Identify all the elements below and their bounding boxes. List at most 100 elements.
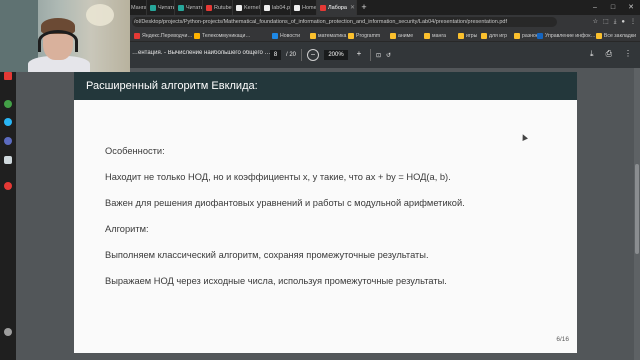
all-bookmarks-label: Все закладки	[603, 32, 636, 39]
pdf-actions: ⤓ ⎙ ⋮	[590, 49, 632, 59]
tab-favicon-icon	[320, 4, 326, 11]
bookmark-icon	[458, 32, 464, 39]
bookmark-item[interactable]: игры	[458, 30, 477, 41]
bookmark-icon	[537, 32, 543, 39]
zoom-in-button[interactable]: +	[353, 49, 365, 61]
tab-favicon-icon	[294, 4, 300, 11]
tab-favicon-icon	[178, 4, 184, 11]
pdf-page-controls: 8 / 20 − 200% + ⊡ ↺	[270, 48, 391, 62]
print-icon[interactable]: ⎙	[606, 49, 612, 59]
bookmark-item[interactable]: математика	[310, 30, 346, 41]
webcam-lamp	[86, 4, 114, 26]
pdf-title: …ентация. - Вычисление наибольшего общег…	[132, 50, 271, 56]
divider	[301, 49, 303, 61]
slide-title: Расширенный алгоритм Евклида:	[86, 80, 258, 92]
chat-icon[interactable]	[4, 156, 12, 164]
download-icon[interactable]: ⤓	[590, 49, 594, 59]
divider	[370, 49, 372, 61]
minimize-icon[interactable]: –	[586, 0, 604, 15]
extensions-icon[interactable]: ⬚	[603, 17, 609, 27]
browser-tab[interactable]: Rutube	[203, 0, 233, 15]
bookmark-label: манга	[432, 32, 446, 39]
bookmark-icon	[481, 32, 487, 39]
tab-label: Rutube	[214, 4, 232, 11]
download-icon[interactable]: ⤓	[614, 17, 617, 27]
slide-line: Алгоритм:	[105, 224, 149, 234]
browser-tab[interactable]: Home	[291, 0, 317, 15]
bookmark-label: Programm	[356, 32, 381, 39]
scrollbar-thumb[interactable]	[635, 164, 639, 254]
page-number-input[interactable]: 8	[270, 50, 281, 60]
headphones-icon	[38, 30, 78, 52]
slide-page: Расширенный алгоритм Евклида: Особенност…	[74, 72, 577, 353]
browser-tab[interactable]: Лабора ✕	[317, 0, 357, 15]
bookmark-label: Управление инфок…	[545, 32, 596, 39]
more-vert-icon[interactable]: ⋮	[624, 49, 632, 59]
side-panel	[0, 68, 16, 360]
whatsapp-icon[interactable]	[4, 100, 12, 108]
bookmark-label: Телекоммуникаци…	[202, 32, 251, 39]
more-vert-icon[interactable]: ⋮	[630, 17, 636, 27]
fit-page-icon[interactable]: ⊡	[376, 52, 381, 59]
url-field[interactable]: /ol/Desktop/projects/Python-projects/Mat…	[132, 17, 557, 27]
tab-favicon-icon	[206, 4, 212, 11]
tab-favicon-icon	[264, 4, 270, 11]
bookmark-item[interactable]: разное	[514, 30, 539, 41]
bookmark-label: аниме	[398, 32, 414, 39]
folder-icon	[595, 32, 602, 39]
tab-label: Читать	[186, 4, 203, 11]
bookmark-item[interactable]: Телекоммуникаци…	[194, 30, 251, 41]
bookmark-item[interactable]: для игр	[481, 30, 507, 41]
address-actions: ☆ ⬚ ⤓ ● ⋮	[593, 17, 636, 27]
bookmark-icon	[272, 32, 278, 39]
bookmark-icon	[390, 32, 396, 39]
bookmark-icon	[514, 32, 520, 39]
new-tab-button[interactable]: +	[357, 0, 371, 15]
browser-tab[interactable]: Читать	[175, 0, 203, 15]
slide-page-number: 6/16	[556, 336, 569, 343]
tab-label: Лабора	[328, 4, 347, 11]
page-total: / 20	[286, 52, 297, 58]
browser-tab[interactable]: lab04.p	[261, 0, 291, 15]
close-tab-icon[interactable]: ✕	[350, 4, 355, 11]
tab-favicon-icon	[236, 4, 242, 11]
star-icon[interactable]: ☆	[593, 17, 598, 27]
tab-label: Читать	[158, 4, 175, 11]
rotate-icon[interactable]: ↺	[386, 52, 391, 59]
vk-icon[interactable]	[4, 137, 12, 145]
app-icon[interactable]	[4, 72, 12, 80]
record-icon[interactable]	[4, 182, 12, 190]
maximize-icon[interactable]: □	[604, 0, 622, 15]
bookmark-item[interactable]: Яндекс.Переводчи…	[134, 30, 193, 41]
bookmark-icon	[310, 32, 316, 39]
bookmark-item[interactable]: Новости	[272, 30, 300, 41]
window-controls: – □ ✕	[586, 0, 640, 15]
browser-tab[interactable]: Kernel	[233, 0, 261, 15]
tab-label: Kernel	[244, 4, 260, 11]
bookmark-label: Новости	[280, 32, 301, 39]
bookmark-item[interactable]: манга	[424, 30, 446, 41]
screen: Wikipedia…ща1089МосквМангаЧитатьЧитатьRu…	[0, 0, 640, 360]
slide-line: Выражаем НОД через исходные числа, испол…	[105, 276, 447, 286]
bookmark-item[interactable]: аниме	[390, 30, 413, 41]
all-bookmarks[interactable]: Все закладки	[595, 30, 636, 41]
telegram-icon[interactable]	[4, 118, 12, 126]
settings-icon[interactable]	[4, 328, 12, 336]
bookmark-icon	[194, 32, 200, 39]
tab-label: lab04.p	[272, 4, 291, 11]
browser-tab[interactable]: Читать	[147, 0, 175, 15]
webcam-overlay	[0, 0, 130, 72]
bookmark-item[interactable]: Programm	[348, 30, 380, 41]
tab-favicon-icon	[150, 4, 156, 11]
scrollbar[interactable]	[634, 68, 640, 360]
slide-line: Выполняем классический алгоритм, сохраня…	[105, 250, 429, 260]
close-window-icon[interactable]: ✕	[622, 0, 640, 15]
tab-label: Манга	[131, 4, 147, 11]
bookmark-label: Яндекс.Переводчи…	[142, 32, 193, 39]
zoom-out-button[interactable]: −	[307, 49, 320, 61]
slide-header: Расширенный алгоритм Евклида:	[74, 72, 577, 100]
profile-icon[interactable]: ●	[621, 17, 625, 27]
bookmark-item[interactable]: Управление инфок…	[537, 30, 596, 41]
bookmark-label: для игр	[489, 32, 507, 39]
zoom-level-input[interactable]: 200%	[324, 50, 349, 60]
